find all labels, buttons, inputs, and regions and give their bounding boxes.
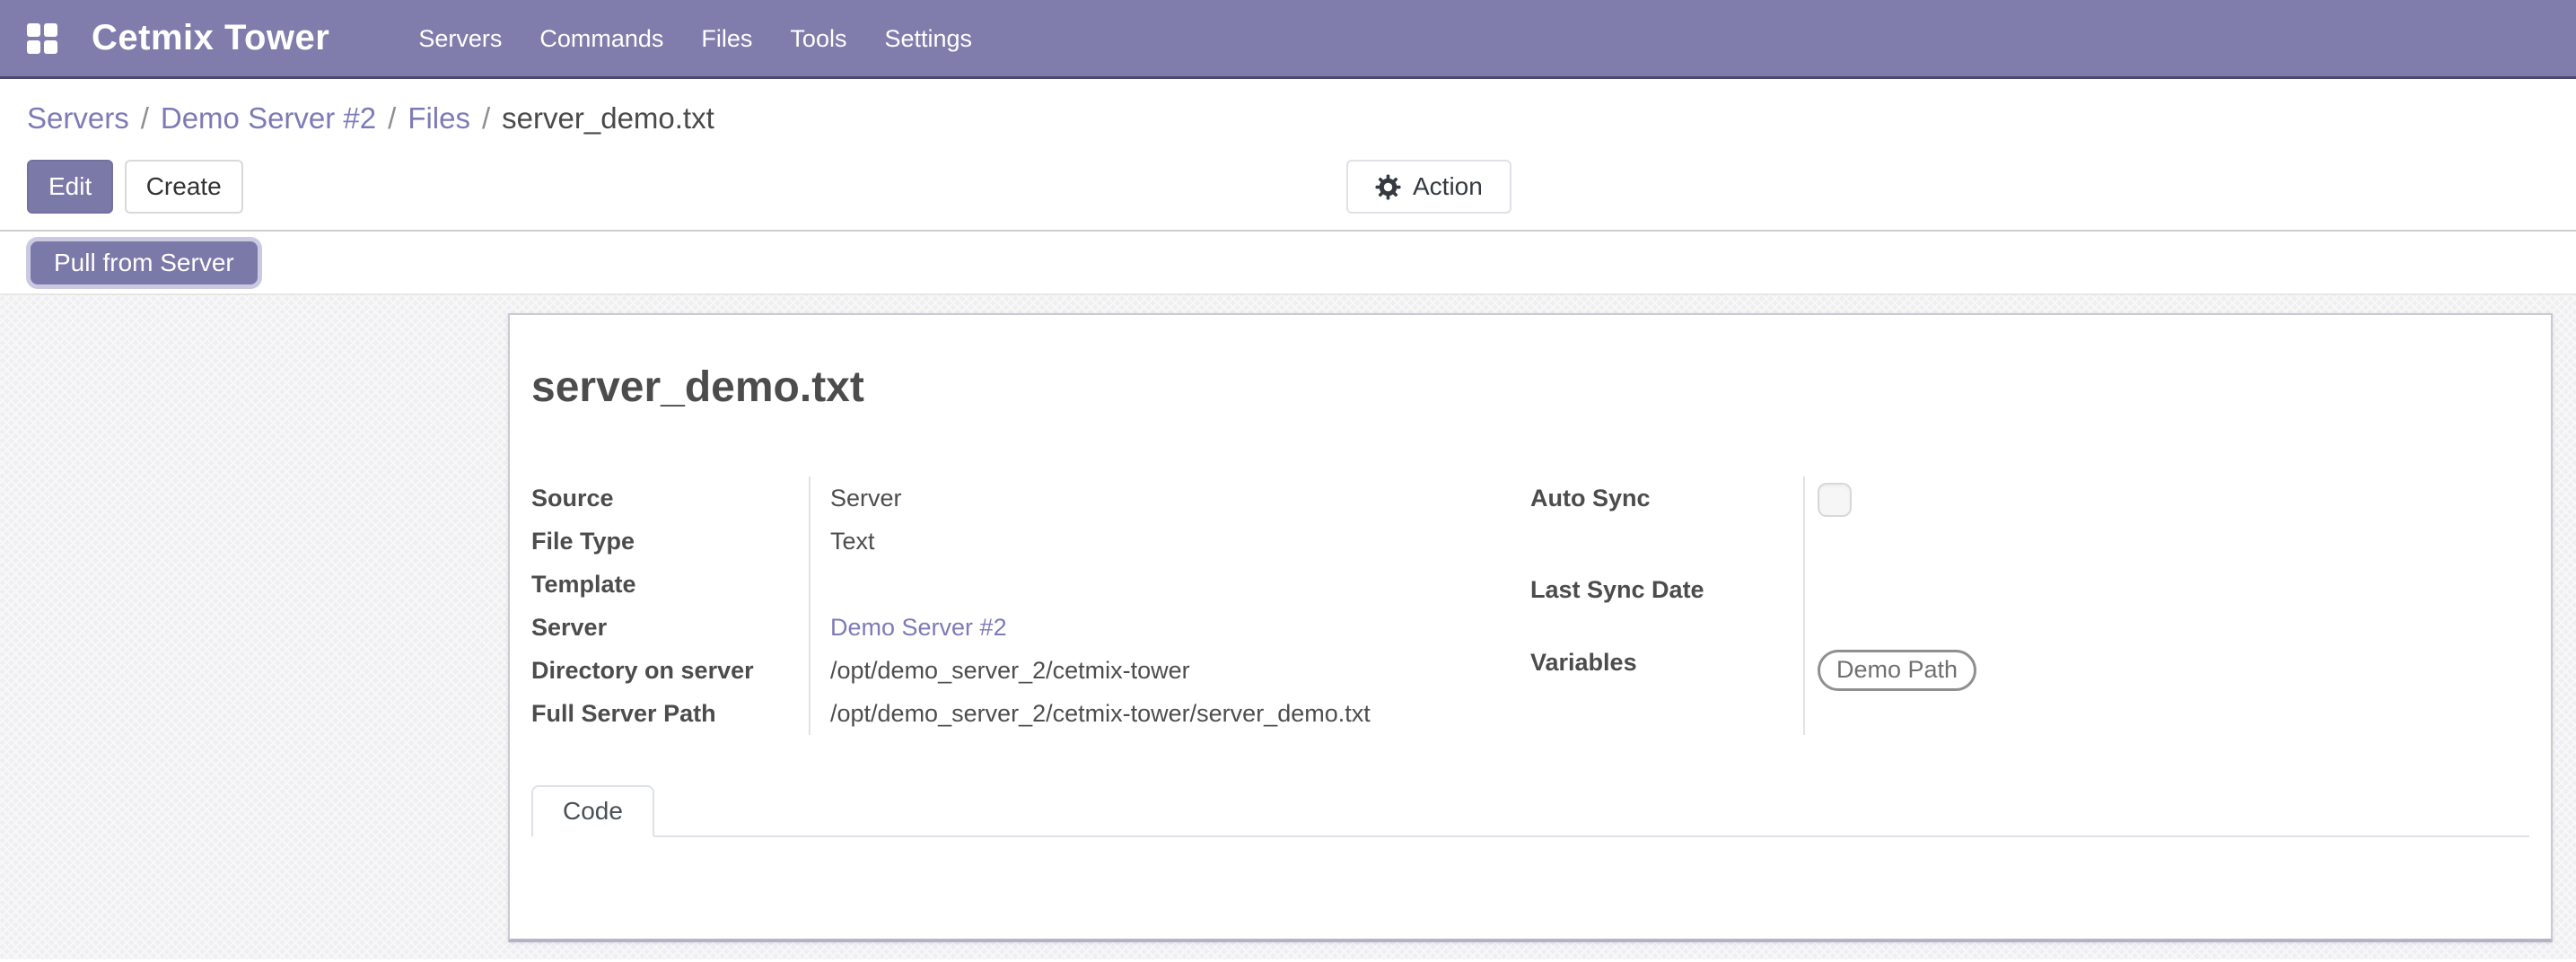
breadcrumb-separator: / — [129, 99, 161, 138]
field-value-full-path: /opt/demo_server_2/cetmix-tower/server_d… — [830, 697, 1530, 730]
apps-grid-square — [27, 23, 40, 37]
field-label-template: Template — [531, 563, 810, 606]
field-label-source: Source — [531, 477, 810, 520]
breadcrumb-link-files[interactable]: Files — [407, 99, 470, 138]
record-title: server_demo.txt — [531, 362, 2529, 414]
create-button[interactable]: Create — [125, 160, 243, 214]
breadcrumb-separator: / — [376, 99, 407, 138]
auto-sync-checkbox — [1818, 483, 1852, 517]
nav-item-files[interactable]: Files — [682, 0, 771, 78]
field-label-auto-sync: Auto Sync — [1530, 477, 1804, 568]
gear-icon — [1375, 174, 1401, 200]
brand-title[interactable]: Cetmix Tower — [92, 18, 329, 58]
field-row-variables: Variables Demo Path — [1530, 641, 2529, 735]
field-label-variables: Variables — [1530, 641, 1804, 735]
field-label-full-path: Full Server Path — [531, 692, 810, 735]
breadcrumb-separator: / — [470, 99, 502, 138]
field-row-auto-sync: Auto Sync — [1530, 477, 2529, 568]
field-table-right: Auto Sync Last Sync Date Variables Demo … — [1530, 477, 2529, 735]
notebook-tabs: Code — [531, 785, 2529, 837]
nav-item-settings[interactable]: Settings — [865, 0, 991, 78]
field-row-source: Source Server — [531, 477, 1530, 520]
field-row-server: Server Demo Server #2 — [531, 606, 1530, 649]
field-table-left: Source Server File Type Text Template Se… — [531, 477, 1530, 735]
nav-item-commands[interactable]: Commands — [521, 0, 682, 78]
apps-grid-square — [27, 40, 40, 54]
tab-code[interactable]: Code — [531, 785, 654, 837]
status-bar: Pull from Server — [0, 232, 2576, 295]
top-navbar: Cetmix Tower Servers Commands Files Tool… — [0, 0, 2576, 79]
pull-from-server-button[interactable]: Pull from Server — [31, 241, 258, 284]
field-row-template: Template — [531, 563, 1530, 606]
nav-item-tools[interactable]: Tools — [771, 0, 865, 78]
field-label-server: Server — [531, 606, 810, 649]
field-value-file-type: Text — [830, 525, 1530, 557]
field-value-server-link[interactable]: Demo Server #2 — [830, 614, 1007, 641]
field-value-last-sync-date — [1818, 573, 2529, 606]
field-label-directory: Directory on server — [531, 649, 810, 692]
form-background: server_demo.txt Source Server File Type … — [0, 295, 2576, 959]
breadcrumb-link-servers[interactable]: Servers — [27, 99, 129, 138]
field-row-directory: Directory on server /opt/demo_server_2/c… — [531, 649, 1530, 692]
field-label-file-type: File Type — [531, 520, 810, 563]
action-button-label: Action — [1413, 172, 1483, 201]
variable-tag-demo-path: Demo Path — [1818, 650, 1976, 691]
field-label-last-sync-date: Last Sync Date — [1530, 568, 1804, 641]
apps-grid-square — [44, 23, 57, 37]
field-value-directory: /opt/demo_server_2/cetmix-tower — [830, 654, 1530, 687]
field-row-last-sync-date: Last Sync Date — [1530, 568, 2529, 641]
apps-grid-icon[interactable] — [27, 23, 57, 54]
field-row-full-path: Full Server Path /opt/demo_server_2/cetm… — [531, 692, 1530, 735]
field-row-file-type: File Type Text — [531, 520, 1530, 563]
action-button[interactable]: Action — [1346, 160, 1511, 214]
breadcrumb: Servers / Demo Server #2 / Files / serve… — [27, 99, 2549, 138]
breadcrumb-current: server_demo.txt — [502, 99, 714, 138]
form-sheet: server_demo.txt Source Server File Type … — [508, 313, 2553, 942]
breadcrumb-link-demo-server[interactable]: Demo Server #2 — [161, 99, 376, 138]
control-panel: Servers / Demo Server #2 / Files / serve… — [0, 79, 2576, 232]
field-group: Source Server File Type Text Template Se… — [531, 477, 2529, 735]
apps-grid-square — [44, 40, 57, 54]
field-value-source: Server — [830, 482, 1530, 514]
field-value-template — [830, 568, 1530, 600]
nav-item-servers[interactable]: Servers — [399, 0, 521, 78]
edit-button[interactable]: Edit — [27, 160, 113, 214]
button-row: Edit Create Action — [27, 160, 2549, 214]
navbar-menu: Servers Commands Files Tools Settings — [399, 0, 991, 78]
